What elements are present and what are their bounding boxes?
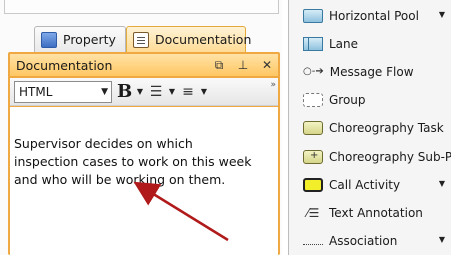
format-toolbar: HTML ▼ B ▼ ☰ ▼ ≡ ▼ » xyxy=(10,78,278,106)
top-strip xyxy=(4,0,279,14)
numbered-list-icon[interactable]: ≡ xyxy=(181,84,195,100)
palette-item-text-annotation[interactable]: ⁄☰ Text Annotation xyxy=(289,199,451,227)
palette-item-choreography-task[interactable]: Choreography Task xyxy=(289,114,451,142)
document-icon xyxy=(133,31,149,48)
palette-item-message-flow[interactable]: ○-➔ Message Flow xyxy=(289,58,451,86)
left-panel: Property Documentation Documentation ⧉ ⊥… xyxy=(0,0,282,255)
align-icon[interactable]: ☰ xyxy=(149,84,163,100)
tab-documentation-label: Documentation xyxy=(155,32,252,47)
align-dropdown-arrow[interactable]: ▼ xyxy=(168,87,176,96)
text-annotation-icon: ⁄☰ xyxy=(306,206,320,220)
close-icon[interactable]: ✕ xyxy=(260,57,274,73)
choreography-task-icon xyxy=(303,121,323,135)
chevron-down-icon[interactable]: ▼ xyxy=(439,235,445,244)
palette-item-label: Association xyxy=(329,234,398,248)
diagram-palette: Horizontal Pool ▼ Lane ○-➔ Message Flow … xyxy=(288,0,451,255)
palette-item-call-activity[interactable]: Call Activity ▼ xyxy=(289,171,451,199)
lane-icon xyxy=(303,37,323,51)
documentation-title: Documentation xyxy=(16,57,113,73)
palette-item-group[interactable]: Group xyxy=(289,86,451,114)
toolbar-overflow-icon[interactable]: » xyxy=(270,80,276,90)
palette-item-label: Horizontal Pool xyxy=(329,9,419,23)
bold-dropdown-arrow[interactable]: ▼ xyxy=(136,87,144,96)
tab-property-label: Property xyxy=(63,32,116,47)
choreography-subprocess-icon xyxy=(303,150,323,164)
documentation-text: Supervisor decides on which inspection c… xyxy=(14,136,252,187)
restore-icon[interactable]: ⧉ xyxy=(212,57,226,73)
chevron-down-icon[interactable]: ▼ xyxy=(439,10,445,19)
palette-item-choreography-subprocess[interactable]: Choreography Sub-Pr xyxy=(289,143,451,171)
palette-item-label: Choreography Task xyxy=(329,121,444,135)
palette-item-horizontal-pool[interactable]: Horizontal Pool ▼ xyxy=(289,2,451,30)
horizontal-pool-icon xyxy=(303,9,323,23)
format-select[interactable]: HTML ▼ xyxy=(14,80,112,103)
call-activity-icon xyxy=(303,178,323,192)
chevron-down-icon: ▼ xyxy=(101,86,108,97)
pin-icon[interactable]: ⊥ xyxy=(236,57,250,73)
documentation-editor[interactable]: Supervisor decides on which inspection c… xyxy=(10,107,278,255)
message-flow-icon: ○-➔ xyxy=(303,66,324,77)
palette-item-label: Message Flow xyxy=(329,65,414,79)
palette-item-label: Choreography Sub-Pr xyxy=(329,150,451,164)
bold-button[interactable]: B xyxy=(117,81,132,102)
group-icon xyxy=(303,93,323,107)
list-dropdown-arrow[interactable]: ▼ xyxy=(200,87,208,96)
documentation-title-bar: Documentation ⧉ ⊥ ✕ xyxy=(10,54,278,76)
palette-item-label: Call Activity xyxy=(329,178,401,192)
palette-item-lane[interactable]: Lane xyxy=(289,30,451,58)
format-select-value: HTML xyxy=(19,84,53,99)
palette-item-label: Text Annotation xyxy=(329,206,423,220)
property-sheet-icon xyxy=(41,31,57,48)
chevron-down-icon[interactable]: ▼ xyxy=(439,179,445,188)
palette-item-association[interactable]: Association ▼ xyxy=(289,227,451,255)
palette-item-label: Group xyxy=(329,93,366,107)
tab-property[interactable]: Property xyxy=(34,26,126,52)
association-icon xyxy=(303,237,323,245)
tab-documentation[interactable]: Documentation xyxy=(126,26,251,52)
palette-item-label: Lane xyxy=(329,37,359,51)
